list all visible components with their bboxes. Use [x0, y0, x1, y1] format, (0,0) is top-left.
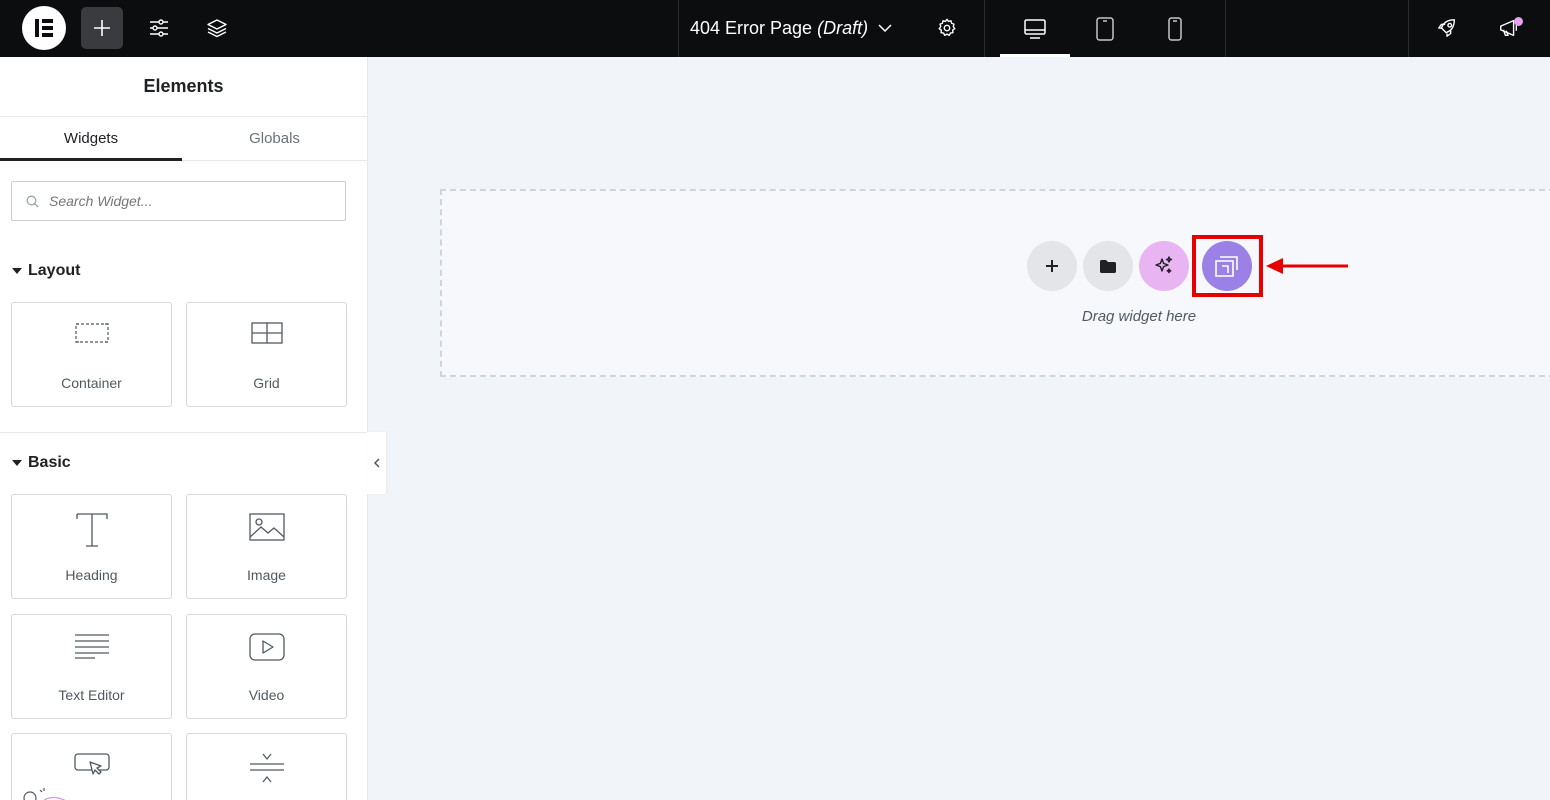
document-title[interactable]: 404 Error Page (Draft)	[690, 8, 892, 48]
button-icon	[73, 753, 110, 775]
widget-icon-wrap	[12, 321, 171, 345]
page-settings-button[interactable]	[927, 8, 967, 48]
panel-tabs: Widgets Globals	[0, 117, 367, 161]
widget-container[interactable]: Container	[11, 302, 172, 407]
add-section-button[interactable]	[1027, 241, 1077, 291]
widget-icon-wrap	[187, 752, 346, 784]
desktop-icon	[1024, 18, 1046, 39]
search-box	[11, 181, 346, 221]
widget-icon-wrap	[187, 513, 346, 541]
mobile-view-button[interactable]	[1140, 0, 1210, 57]
widget-button[interactable]	[11, 733, 172, 800]
chevron-down-icon	[878, 24, 892, 32]
widget-label: Video	[248, 687, 285, 703]
promo-badge-icon	[22, 786, 70, 800]
tab-globals[interactable]: Globals	[182, 117, 367, 160]
tablet-view-button[interactable]	[1070, 0, 1140, 57]
section-basic-header[interactable]: Basic	[12, 454, 71, 472]
video-icon	[248, 633, 285, 661]
publish-rocket-icon	[1438, 19, 1456, 37]
elements-panel: Elements Widgets Globals Layout Containe…	[0, 57, 368, 800]
widget-icon-wrap	[12, 633, 171, 659]
empty-section-dropzone[interactable]	[440, 189, 1550, 377]
widget-label: Image	[247, 567, 286, 583]
add-element-button[interactable]	[81, 7, 123, 49]
structure-layers-icon	[207, 19, 227, 38]
notifications-button[interactable]	[1489, 8, 1529, 48]
text-editor-icon	[74, 634, 109, 659]
section-layout-label: Layout	[28, 262, 81, 279]
widget-icon-wrap	[187, 633, 346, 661]
widget-label: Container	[61, 375, 122, 391]
highlight-box	[1192, 235, 1263, 297]
divider	[1408, 0, 1409, 57]
search-icon	[26, 195, 39, 207]
widget-icon-wrap	[12, 511, 171, 549]
desktop-view-button[interactable]	[1000, 0, 1070, 57]
annotation-arrow-icon	[1266, 256, 1350, 276]
widget-grid[interactable]: Grid	[186, 302, 347, 407]
structure-button[interactable]	[197, 8, 237, 48]
section-basic-label: Basic	[28, 454, 71, 471]
caret-down-icon	[12, 268, 22, 274]
collapse-panel-button[interactable]	[367, 432, 386, 494]
widget-icon-wrap	[187, 321, 346, 345]
page-settings-icon	[938, 18, 956, 37]
container-icon	[74, 323, 109, 343]
divider	[678, 0, 679, 57]
widget-icon-wrap	[12, 752, 171, 780]
add-element-icon	[94, 20, 110, 36]
widget-image[interactable]: Image	[186, 494, 347, 599]
notification-dot	[1514, 17, 1523, 26]
add-section-icon	[1046, 260, 1058, 272]
widget-heading[interactable]: Heading	[11, 494, 172, 599]
mobile-icon	[1168, 16, 1182, 41]
grid-icon	[250, 322, 283, 344]
drag-widget-hint: Drag widget here	[1081, 308, 1197, 325]
document-status: (Draft)	[817, 17, 869, 38]
widget-label: Text Editor	[58, 687, 125, 703]
section-layout-header[interactable]: Layout	[12, 262, 80, 280]
tab-widgets[interactable]: Widgets	[0, 117, 182, 161]
chevron-left-icon	[373, 458, 380, 468]
site-settings-button[interactable]	[139, 8, 179, 48]
widget-video[interactable]: Video	[186, 614, 347, 719]
ai-generate-button[interactable]	[1139, 241, 1189, 291]
template-library-folder-icon	[1100, 259, 1116, 273]
divider	[1225, 0, 1226, 57]
publish-button[interactable]	[1427, 8, 1467, 48]
caret-down-icon	[12, 460, 22, 466]
document-name-text: 404 Error Page	[690, 17, 813, 38]
tablet-icon	[1096, 16, 1114, 41]
elementor-logo-icon[interactable]	[22, 6, 66, 50]
panel-title: Elements	[0, 57, 367, 117]
search-input[interactable]	[47, 192, 331, 210]
heading-icon	[75, 513, 108, 547]
site-settings-icon	[150, 19, 168, 37]
template-library-button[interactable]	[1083, 241, 1133, 291]
image-icon	[248, 513, 285, 541]
ai-sparkle-icon	[1155, 256, 1173, 274]
widget-label: Heading	[65, 567, 118, 583]
widget-text-editor[interactable]: Text Editor	[11, 614, 172, 719]
widget-divider[interactable]	[186, 733, 347, 800]
document-name: 404 Error Page (Draft)	[690, 18, 868, 39]
top-bar: 404 Error Page (Draft)	[0, 0, 1550, 57]
widget-label: Grid	[253, 375, 280, 391]
divider-icon	[249, 753, 284, 783]
divider	[984, 0, 985, 57]
section-divider	[0, 432, 367, 433]
